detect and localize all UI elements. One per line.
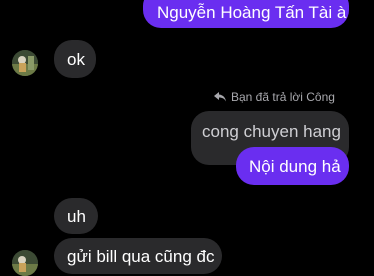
message-incoming-uh[interactable]: uh xyxy=(54,198,98,234)
avatar-image xyxy=(12,50,38,76)
message-text: uh xyxy=(67,206,86,226)
reply-label: Bạn đã trả lời Công xyxy=(213,90,335,104)
message-incoming-bill[interactable]: gửi bill qua cũng đc xyxy=(54,238,222,274)
contact-avatar[interactable] xyxy=(12,250,38,276)
reply-arrow-icon xyxy=(214,92,226,102)
message-outgoing-content[interactable]: Nội dung hả xyxy=(236,147,349,185)
quoted-text: cong chuyen hang xyxy=(202,121,341,141)
message-incoming-ok[interactable]: ok xyxy=(54,40,96,78)
message-text: Nguyễn Hoàng Tấn Tài à xyxy=(157,2,347,22)
message-outgoing-name[interactable]: Nguyễn Hoàng Tấn Tài à xyxy=(143,0,349,28)
message-text: ok xyxy=(67,49,85,69)
reply-label-text: Bạn đã trả lời Công xyxy=(231,90,335,104)
message-text: gửi bill qua cũng đc xyxy=(67,246,215,266)
message-text: Nội dung hả xyxy=(249,156,341,176)
contact-avatar[interactable] xyxy=(12,50,38,76)
avatar-image xyxy=(12,250,38,276)
